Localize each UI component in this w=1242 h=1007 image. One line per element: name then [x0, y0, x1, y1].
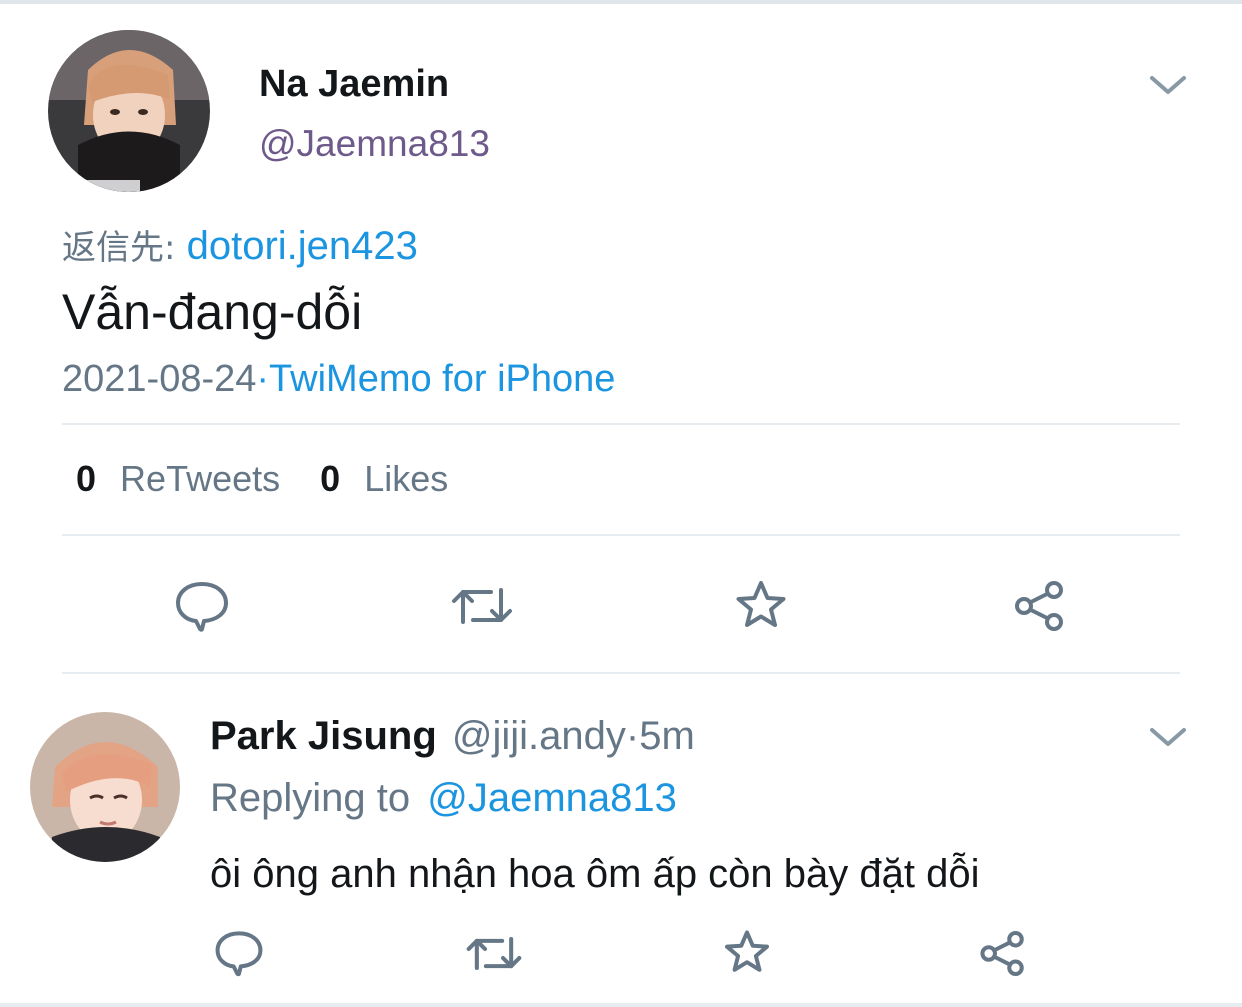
reply-separator: · — [625, 714, 640, 758]
top-border — [0, 0, 1242, 4]
share-icon[interactable] — [1012, 580, 1068, 632]
likes-label: Likes — [364, 458, 449, 499]
likes-stat[interactable]: 0 Likes — [320, 458, 448, 499]
tweet-text: Vẫn-đang-dỗi — [62, 284, 363, 340]
likes-count: 0 — [320, 458, 341, 499]
tweet-stats: 0 ReTweets 0 Likes — [76, 457, 448, 501]
replying-to-label: Replying to — [210, 776, 411, 820]
reply-author-name[interactable]: Park Jisung — [210, 714, 437, 758]
author-handle[interactable]: @Jaemna813 — [259, 122, 490, 166]
replying-to-line: Replying to @Jaemna813 — [210, 774, 677, 822]
star-icon[interactable] — [734, 578, 788, 632]
reply-text: ôi ông anh nhận hoa ôm ấp còn bày đặt dỗ… — [210, 852, 980, 896]
retweet-icon[interactable] — [466, 930, 522, 977]
divider — [62, 672, 1180, 674]
replying-to-handle-link[interactable]: @Jaemna813 — [427, 776, 677, 820]
tweet-meta: 2021-08-24·TwiMemo for iPhone — [62, 356, 615, 402]
reply-to-handle-link[interactable]: dotori.jen423 — [187, 224, 418, 268]
reply-header: Park Jisung @jiji.andy·5m — [210, 712, 695, 760]
star-icon[interactable] — [723, 928, 771, 976]
reply-icon[interactable] — [214, 928, 264, 978]
meta-separator: · — [256, 358, 270, 400]
tweet-date: 2021-08-24 — [62, 358, 257, 400]
reply-author-handle[interactable]: @jiji.andy — [452, 714, 626, 758]
retweets-stat[interactable]: 0 ReTweets — [76, 458, 290, 499]
divider — [62, 423, 1180, 425]
retweet-icon[interactable] — [451, 580, 513, 632]
author-display-name[interactable]: Na Jaemin — [259, 62, 449, 106]
avatar-park-jisung[interactable] — [30, 712, 180, 862]
bottom-border — [0, 1003, 1242, 1007]
reply-icon[interactable] — [174, 578, 230, 634]
retweets-label: ReTweets — [120, 458, 281, 499]
retweets-count: 0 — [76, 458, 97, 499]
share-icon[interactable] — [978, 930, 1028, 977]
reply-to-line: 返信先: dotori.jen423 — [62, 222, 418, 272]
chevron-down-icon[interactable] — [1148, 722, 1188, 752]
divider — [62, 534, 1180, 536]
avatar-na-jaemin[interactable] — [48, 30, 210, 192]
reply-time: 5m — [639, 714, 695, 758]
chevron-down-icon[interactable] — [1148, 70, 1188, 100]
reply-to-label: 返信先: — [62, 228, 176, 268]
tweet-source-link[interactable]: TwiMemo for iPhone — [269, 358, 615, 400]
